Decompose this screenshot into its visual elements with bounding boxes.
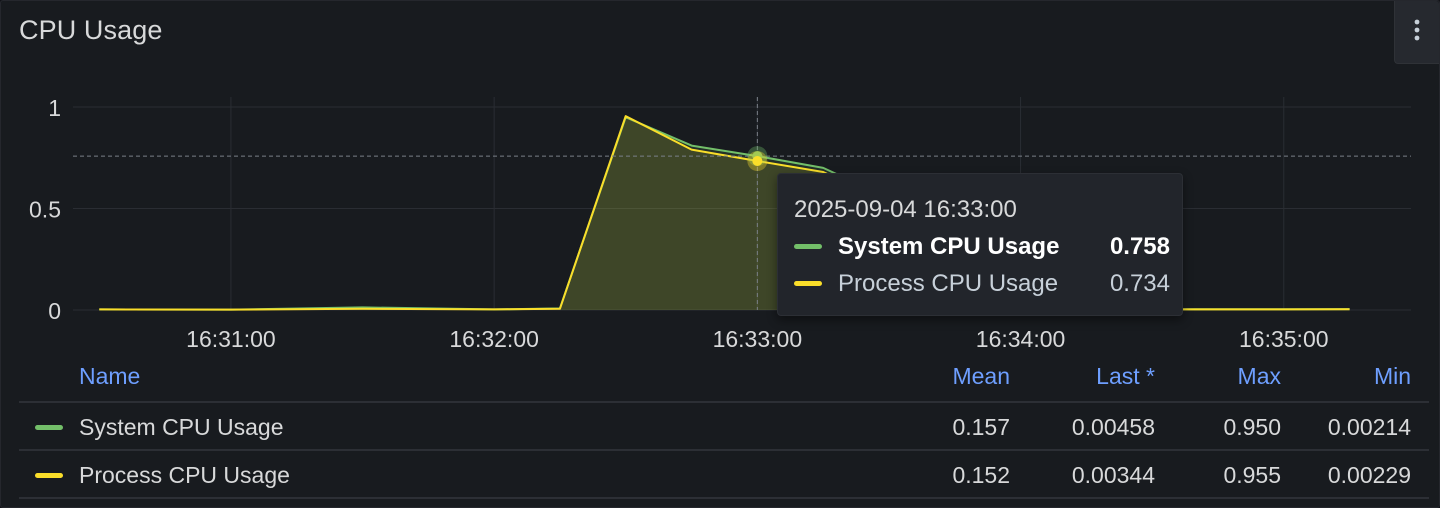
y-tick-label: 1 bbox=[48, 95, 61, 121]
hover-point bbox=[752, 155, 763, 166]
system-series-swatch bbox=[794, 244, 822, 249]
legend-header-name[interactable]: Name bbox=[79, 363, 140, 390]
tooltip-series-value: 0.758 bbox=[1109, 233, 1170, 260]
legend-series-name[interactable]: System CPU Usage bbox=[79, 414, 284, 441]
legend-last-value: 0.00458 bbox=[1071, 414, 1155, 440]
cpu-usage-chart[interactable]: 0 0.5 1 16:31:00 16:32:00 16:33:00 16:34:00 16:… bbox=[1, 1, 1439, 361]
legend-table: Name Mean Last * Max Min System CPU Usag… bbox=[19, 361, 1429, 499]
tooltip-series-name: System CPU Usage bbox=[838, 233, 1060, 260]
legend-min-value: 0.00214 bbox=[1327, 414, 1411, 440]
x-tick-label: 16:35:00 bbox=[1239, 326, 1329, 352]
legend-max-value: 0.955 bbox=[1223, 462, 1281, 488]
legend-min-value: 0.00229 bbox=[1327, 462, 1411, 488]
chart-tooltip: 2025-09-04 16:33:00 System CPU Usage 0.7… bbox=[777, 173, 1183, 316]
legend-header-mean[interactable]: Mean bbox=[952, 363, 1010, 390]
legend-header-min[interactable]: Min bbox=[1374, 363, 1411, 390]
tooltip-series-value: 0.734 bbox=[1109, 270, 1170, 297]
legend-row-system[interactable]: System CPU Usage 0.157 0.00458 0.950 0.0… bbox=[19, 403, 1429, 451]
legend-mean-value: 0.152 bbox=[952, 462, 1010, 488]
y-tick-label: 0.5 bbox=[29, 197, 61, 223]
legend-header-last[interactable]: Last * bbox=[1096, 363, 1155, 390]
legend-max-value: 0.950 bbox=[1223, 414, 1281, 440]
tooltip-series-name: Process CPU Usage bbox=[838, 270, 1059, 297]
legend-row-process[interactable]: Process CPU Usage 0.152 0.00344 0.955 0.… bbox=[19, 451, 1429, 499]
legend-mean-value: 0.157 bbox=[952, 414, 1010, 440]
tooltip-time: 2025-09-04 16:33:00 bbox=[794, 196, 1017, 223]
x-tick-label: 16:31:00 bbox=[186, 326, 276, 352]
x-tick-label: 16:33:00 bbox=[713, 326, 803, 352]
x-tick-label: 16:32:00 bbox=[449, 326, 539, 352]
cpu-usage-panel: CPU Usage 0 0.5 1 16:31:00 16:32:00 16:33:00 1… bbox=[0, 0, 1440, 508]
y-tick-label: 0 bbox=[48, 298, 61, 324]
x-tick-label: 16:34:00 bbox=[976, 326, 1066, 352]
legend-series-name[interactable]: Process CPU Usage bbox=[79, 462, 290, 489]
system-series-swatch bbox=[35, 425, 63, 430]
legend-header-max[interactable]: Max bbox=[1238, 363, 1281, 390]
tooltip-row-process: Process CPU Usage 0.734 bbox=[794, 268, 1170, 298]
process-series-swatch bbox=[794, 281, 822, 286]
legend-header-row: Name Mean Last * Max Min bbox=[19, 361, 1429, 403]
tooltip-row-system: System CPU Usage 0.758 bbox=[794, 231, 1170, 261]
process-series-swatch bbox=[35, 473, 63, 478]
legend-last-value: 0.00344 bbox=[1071, 462, 1155, 488]
